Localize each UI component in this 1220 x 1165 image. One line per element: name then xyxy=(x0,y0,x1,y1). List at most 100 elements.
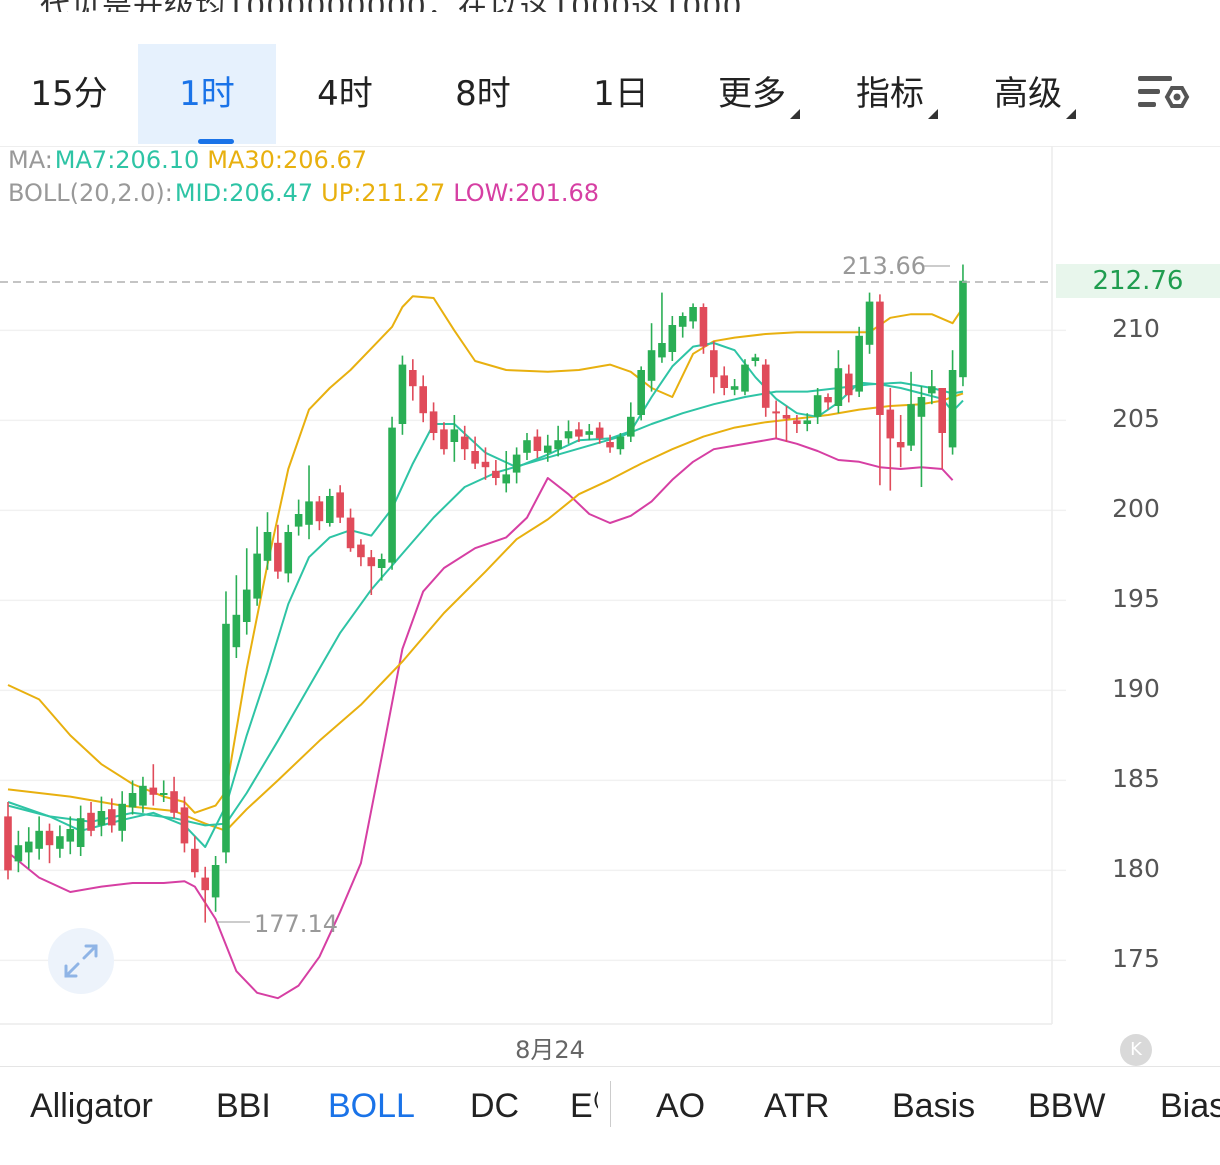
candle xyxy=(450,415,459,462)
indicator-bbi[interactable]: BBI xyxy=(216,1067,271,1147)
candle xyxy=(35,816,43,860)
candle xyxy=(585,424,594,441)
candle-body xyxy=(658,343,666,358)
low-price-mark: 177.14 xyxy=(254,910,338,938)
indicator-ao[interactable]: AO xyxy=(656,1067,705,1147)
candle-body xyxy=(543,445,552,453)
candle xyxy=(388,416,396,570)
price-axis-tick: 185 xyxy=(1112,764,1160,794)
candle xyxy=(419,375,427,423)
candle-body xyxy=(627,416,635,437)
indicator-atr[interactable]: ATR xyxy=(764,1067,829,1147)
candle xyxy=(523,433,531,460)
price-axis-tick: 175 xyxy=(1112,944,1160,974)
candle xyxy=(699,303,708,354)
candle-body xyxy=(876,301,884,415)
indicator-truncated[interactable]: E⁽ xyxy=(570,1067,598,1147)
indicator-basis[interactable]: Basis xyxy=(892,1067,975,1147)
candle-body xyxy=(689,307,697,322)
candle-body xyxy=(274,542,282,572)
candle xyxy=(865,292,874,354)
tab-1h[interactable]: 1时 xyxy=(138,44,276,144)
candle-body xyxy=(616,436,625,450)
candle-body xyxy=(512,454,521,473)
candle-body xyxy=(761,364,770,408)
candle-body xyxy=(741,364,749,392)
candle xyxy=(678,312,687,338)
candle xyxy=(844,364,853,403)
candle-body xyxy=(294,514,303,527)
candle xyxy=(336,485,344,523)
candle xyxy=(346,508,355,552)
chart-settings-icon[interactable] xyxy=(1136,72,1190,118)
candle-body xyxy=(357,544,365,558)
candle-body xyxy=(429,411,438,433)
tab-8h[interactable]: 8时 xyxy=(414,44,552,144)
candle-body xyxy=(367,557,376,567)
candle xyxy=(367,550,376,595)
candle-body xyxy=(564,431,573,439)
candle xyxy=(627,402,635,442)
tab-indicators[interactable]: 指标 xyxy=(828,44,966,144)
candle-body xyxy=(128,793,137,808)
candle xyxy=(938,388,946,469)
candle-body xyxy=(377,559,386,568)
candle xyxy=(429,402,438,441)
candle xyxy=(720,366,729,396)
candle-body xyxy=(460,436,469,450)
candle xyxy=(575,422,583,442)
candle-body xyxy=(284,532,293,574)
candle-body xyxy=(170,791,178,813)
candle-body xyxy=(139,785,147,806)
tab-4h[interactable]: 4时 xyxy=(276,44,414,144)
price-axis-tick: 210 xyxy=(1112,314,1160,344)
timeframe-tabs: 15分 1时 4时 8时 1日 更多 指标 高级 xyxy=(0,44,1220,147)
indicator-bias[interactable]: Bias xyxy=(1160,1067,1220,1147)
expand-chart-button[interactable] xyxy=(48,928,114,994)
ma7-line xyxy=(7,342,964,848)
candlestick-chart[interactable]: 213.66 177.14 xyxy=(0,146,1220,1026)
price-axis-tick: 200 xyxy=(1112,494,1160,524)
candle xyxy=(232,575,241,658)
candle xyxy=(211,856,220,912)
boll-upper-line xyxy=(7,295,964,814)
candle xyxy=(813,388,822,424)
candle xyxy=(564,420,573,444)
collapse-button[interactable]: K xyxy=(1120,1034,1152,1066)
boll-lower-line xyxy=(7,437,954,1000)
current-price-badge: 212.76 xyxy=(1056,264,1220,298)
candle-body xyxy=(440,429,448,450)
candle xyxy=(886,388,895,491)
candle xyxy=(730,379,739,396)
candle xyxy=(242,548,251,635)
candle-body xyxy=(232,614,241,648)
indicator-alligator[interactable]: Alligator xyxy=(30,1067,153,1147)
tab-15m[interactable]: 15分 xyxy=(0,44,138,144)
indicator-bbw[interactable]: BBW xyxy=(1028,1067,1105,1147)
candle-body xyxy=(87,812,95,831)
candle xyxy=(191,836,199,878)
tab-1d[interactable]: 1日 xyxy=(552,44,690,144)
candle-body xyxy=(793,420,801,424)
x-axis-date-label: 8月24 xyxy=(515,1036,585,1064)
candle-body xyxy=(325,496,334,523)
tab-advanced[interactable]: 高级 xyxy=(966,44,1104,144)
candle-body xyxy=(201,877,210,891)
candle xyxy=(658,292,666,363)
tab-more[interactable]: 更多 xyxy=(690,44,828,144)
indicator-boll[interactable]: BOLL xyxy=(328,1067,415,1147)
tab-label: 1时 xyxy=(179,74,235,114)
candle-body xyxy=(772,411,780,414)
candle-body xyxy=(108,809,116,826)
candle-body xyxy=(388,427,396,563)
candle xyxy=(66,816,75,855)
candle xyxy=(284,524,293,583)
indicator-dc[interactable]: DC xyxy=(470,1067,519,1147)
candle-body xyxy=(834,368,843,406)
candle xyxy=(751,353,760,367)
candle-body xyxy=(481,461,490,468)
candle-body xyxy=(824,397,832,403)
more-icon[interactable] xyxy=(1140,0,1170,6)
candle xyxy=(928,370,936,405)
candle-body xyxy=(471,451,479,464)
